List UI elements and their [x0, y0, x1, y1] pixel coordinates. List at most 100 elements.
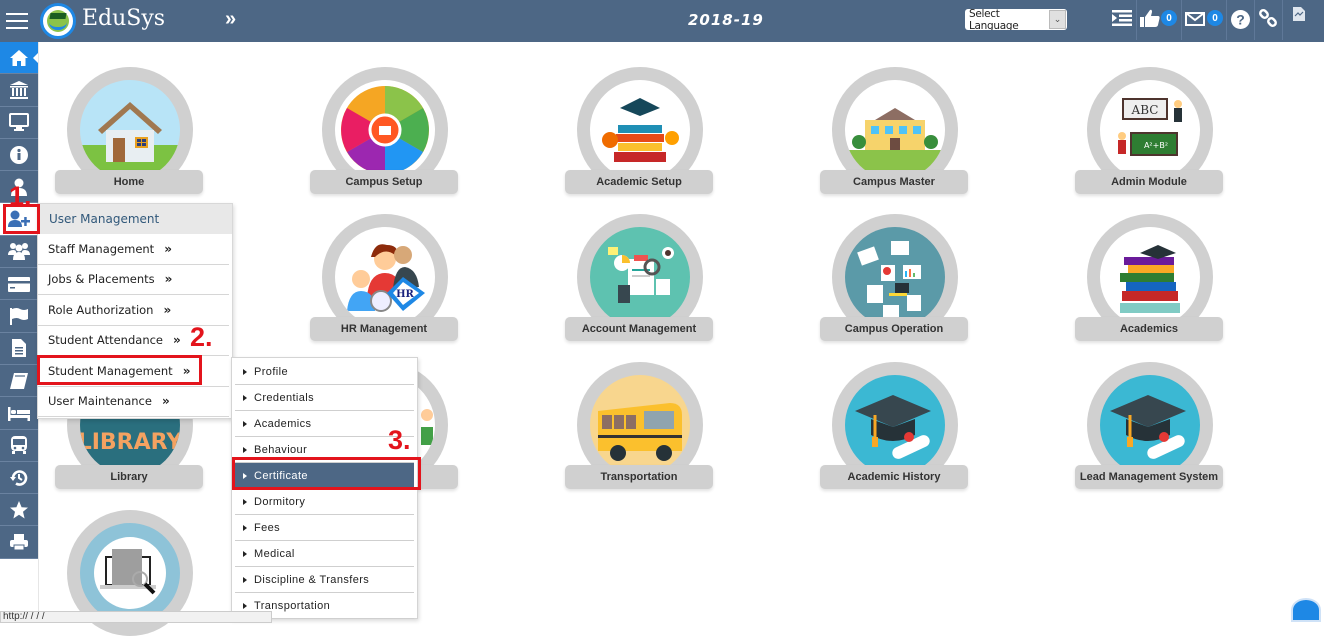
- document-icon[interactable]: [1293, 7, 1305, 21]
- tile-label: Lead Management System: [1075, 465, 1223, 489]
- tile-transportation[interactable]: Transportation: [565, 362, 715, 492]
- tile-label: Campus Setup: [310, 170, 458, 194]
- user-management-menu-header[interactable]: User Management: [38, 204, 232, 234]
- institution-icon: [10, 80, 28, 99]
- caret-right-icon: [243, 498, 247, 505]
- submenu-item-discipline-transfers[interactable]: Discipline & Transfers: [235, 567, 414, 593]
- chevron-right-icon: »: [164, 241, 172, 256]
- expand-menu-button[interactable]: »: [225, 8, 236, 31]
- help-icon[interactable]: ?: [1231, 10, 1250, 29]
- sidebar-item-transport[interactable]: [0, 430, 38, 462]
- tile-hr-management[interactable]: HR HR Management: [310, 214, 460, 344]
- hr-icon: HR: [335, 227, 435, 327]
- graduation-cap-icon: [845, 375, 945, 475]
- campus-master-icon: [845, 80, 945, 180]
- tile-label: Campus Operation: [820, 317, 968, 341]
- submenu-item-label: Credentials: [254, 391, 315, 404]
- app-brand[interactable]: EduSys: [82, 6, 165, 31]
- bus-icon: [11, 436, 27, 455]
- language-select[interactable]: Select Language ⌄: [965, 9, 1067, 30]
- submenu-item-profile[interactable]: Profile: [235, 359, 414, 385]
- sidebar-item-file[interactable]: [0, 333, 38, 365]
- thumbs-up-icon[interactable]: [1140, 9, 1160, 27]
- link-icon[interactable]: [1259, 9, 1277, 27]
- language-select-value: Select Language: [969, 9, 1019, 30]
- sidebar-item-favorites[interactable]: [0, 494, 38, 527]
- svg-text:A²+B²: A²+B²: [1144, 141, 1168, 150]
- monitor-icon: [9, 113, 29, 132]
- svg-text:?: ?: [1236, 12, 1245, 28]
- tile-academic-setup[interactable]: Academic Setup: [565, 67, 715, 197]
- academic-setup-icon: [590, 80, 690, 180]
- submenu-item-certificate[interactable]: Certificate: [235, 463, 414, 489]
- sidebar-item-home[interactable]: [0, 42, 39, 75]
- tile-admin-module[interactable]: ABC A²+B² Admin Module: [1075, 67, 1225, 197]
- tile-lead-management-system[interactable]: Lead Management System: [1075, 362, 1225, 492]
- annotation-step-3: 3.: [388, 425, 411, 455]
- caret-right-icon: [243, 576, 247, 583]
- sidebar-item-book[interactable]: [0, 365, 38, 398]
- tile-campus-setup[interactable]: Campus Setup: [310, 67, 460, 197]
- sidebar-item-users-group[interactable]: [0, 236, 38, 269]
- flag-icon: [10, 308, 28, 326]
- caret-right-icon: [243, 602, 247, 609]
- user-add-icon: [8, 210, 30, 228]
- sidebar-item-info[interactable]: [0, 139, 38, 172]
- tile-academics[interactable]: Academics: [1075, 214, 1225, 344]
- sidebar-item-dormitory[interactable]: [0, 397, 38, 430]
- admin-module-icon: ABC A²+B²: [1100, 80, 1200, 180]
- file-icon: [12, 339, 26, 358]
- menu-item-staff-management[interactable]: Staff Management »: [38, 234, 229, 265]
- sidebar-item-card[interactable]: [0, 268, 38, 301]
- svg-text:HR: HR: [396, 289, 414, 300]
- hamburger-menu-icon[interactable]: [6, 13, 28, 29]
- browser-status-bar: http:// / / /: [0, 611, 272, 623]
- submenu-item-credentials[interactable]: Credentials: [235, 385, 414, 411]
- likes-badge: 0: [1161, 10, 1177, 26]
- submenu-item-label: Transportation: [254, 599, 331, 612]
- caret-right-icon: [243, 524, 247, 531]
- student-management-submenu: Profile Credentials Academics Behaviour …: [231, 357, 418, 619]
- submenu-item-label: Medical: [254, 547, 295, 560]
- svg-text:LIBRARY: LIBRARY: [80, 430, 180, 455]
- history-icon: [10, 469, 28, 486]
- campus-operation-icon: [845, 227, 945, 327]
- menu-item-jobs-placements[interactable]: Jobs & Placements »: [38, 265, 229, 295]
- edusys-logo[interactable]: [40, 3, 76, 39]
- menu-item-user-maintenance[interactable]: User Maintenance »: [38, 387, 229, 417]
- sidebar-item-institution[interactable]: [0, 74, 38, 107]
- sidebar-item-print[interactable]: [0, 526, 38, 559]
- account-management-icon: [590, 227, 690, 327]
- list-icon[interactable]: [1112, 10, 1132, 26]
- tile-academic-history[interactable]: Academic History: [820, 362, 970, 492]
- envelope-icon[interactable]: [1185, 12, 1205, 26]
- tile-campus-operation[interactable]: Campus Operation: [820, 214, 970, 344]
- menu-item-label: Jobs & Placements: [48, 272, 155, 287]
- submenu-item-label: Dormitory: [254, 495, 306, 508]
- tile-campus-master[interactable]: Campus Master: [820, 67, 970, 197]
- chat-widget-button[interactable]: [1291, 598, 1321, 622]
- info-icon: [10, 145, 28, 164]
- laptop-search-icon: [80, 523, 180, 623]
- menu-item-role-authorization[interactable]: Role Authorization »: [38, 295, 229, 326]
- print-icon: [10, 534, 28, 551]
- tile-account-management[interactable]: Account Management: [565, 214, 715, 344]
- submenu-item-dormitory[interactable]: Dormitory: [235, 489, 414, 515]
- tile-label: Home: [55, 170, 203, 194]
- sidebar-item-history[interactable]: [0, 462, 38, 495]
- users-group-icon: [8, 243, 30, 261]
- school-bus-icon: [590, 375, 690, 475]
- menu-item-student-management[interactable]: Student Management »: [38, 356, 229, 387]
- tile-label: Campus Master: [820, 170, 968, 194]
- tile-home[interactable]: Home: [55, 67, 205, 197]
- submenu-item-fees[interactable]: Fees: [235, 515, 414, 541]
- chevron-right-icon: »: [164, 272, 173, 287]
- sidebar-item-monitor[interactable]: [0, 107, 38, 139]
- submenu-item-medical[interactable]: Medical: [235, 541, 414, 567]
- sidebar-item-flag[interactable]: [0, 300, 38, 333]
- academic-year: 2018-19: [688, 11, 764, 29]
- menu-item-label: Staff Management: [48, 241, 155, 256]
- annotation-step-2: 2.: [190, 322, 213, 352]
- house-icon: [80, 80, 180, 180]
- chevron-right-icon: »: [163, 302, 172, 317]
